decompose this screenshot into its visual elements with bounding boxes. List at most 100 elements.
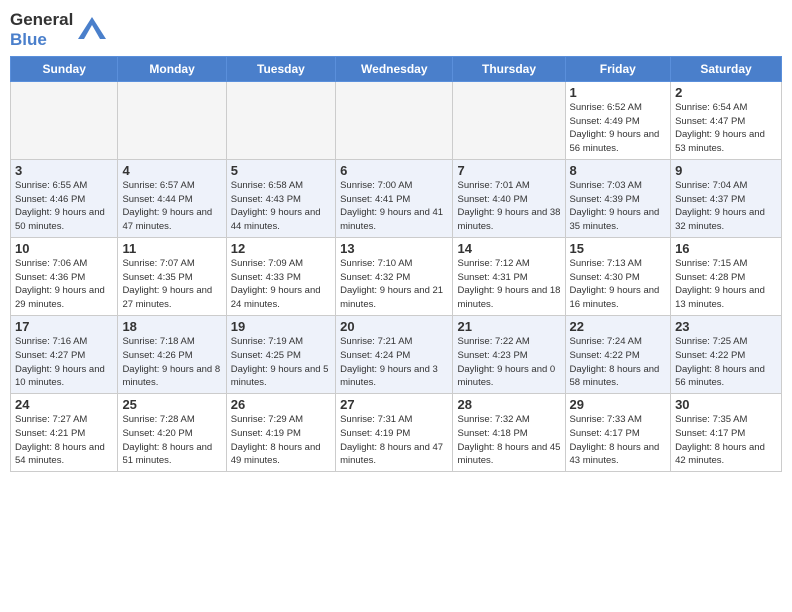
day-number: 8 — [570, 163, 667, 178]
day-info: Sunrise: 6:58 AMSunset: 4:43 PMDaylight:… — [231, 180, 321, 232]
calendar-day: 8 Sunrise: 7:03 AMSunset: 4:39 PMDaylight… — [565, 159, 671, 237]
day-number: 1 — [570, 85, 667, 100]
calendar-day: 30 Sunrise: 7:35 AMSunset: 4:17 PMDayligh… — [671, 394, 782, 472]
calendar-day: 14 Sunrise: 7:12 AMSunset: 4:31 PMDayligh… — [453, 237, 565, 315]
day-info: Sunrise: 7:09 AMSunset: 4:33 PMDaylight:… — [231, 258, 321, 310]
calendar-day: 23 Sunrise: 7:25 AMSunset: 4:22 PMDayligh… — [671, 315, 782, 393]
logo-icon — [78, 17, 106, 44]
logo-text: General Blue — [10, 10, 73, 51]
day-info: Sunrise: 7:33 AMSunset: 4:17 PMDaylight:… — [570, 414, 660, 466]
day-number: 5 — [231, 163, 331, 178]
calendar-day: 12 Sunrise: 7:09 AMSunset: 4:33 PMDayligh… — [226, 237, 335, 315]
calendar-day: 1 Sunrise: 6:52 AMSunset: 4:49 PMDaylight… — [565, 81, 671, 159]
calendar-day: 4Sunrise: 6:57 AMSunset: 4:44 PMDaylight… — [118, 159, 226, 237]
calendar-day: 27 Sunrise: 7:31 AMSunset: 4:19 PMDayligh… — [336, 394, 453, 472]
day-number: 20 — [340, 319, 448, 334]
day-info: Sunrise: 7:07 AMSunset: 4:35 PMDaylight:… — [122, 258, 212, 310]
empty-cell — [453, 81, 565, 159]
day-number: 14 — [457, 241, 560, 256]
day-info: Sunrise: 7:35 AMSunset: 4:17 PMDaylight:… — [675, 414, 765, 466]
day-info: Sunrise: 7:06 AMSunset: 4:36 PMDaylight:… — [15, 258, 105, 310]
calendar-day: 25 Sunrise: 7:28 AMSunset: 4:20 PMDayligh… — [118, 394, 226, 472]
day-number: 17 — [15, 319, 113, 334]
day-number: 27 — [340, 397, 448, 412]
calendar-day: 21Sunrise: 7:22 AMSunset: 4:23 PMDayligh… — [453, 315, 565, 393]
day-number: 18 — [122, 319, 221, 334]
calendar-day: 11 Sunrise: 7:07 AMSunset: 4:35 PMDayligh… — [118, 237, 226, 315]
day-number: 29 — [570, 397, 667, 412]
day-info: Sunrise: 7:03 AMSunset: 4:39 PMDaylight:… — [570, 180, 660, 232]
calendar-day: 28 Sunrise: 7:32 AMSunset: 4:18 PMDayligh… — [453, 394, 565, 472]
calendar-day: 3 Sunrise: 6:55 AMSunset: 4:46 PMDaylight… — [11, 159, 118, 237]
day-info: Sunrise: 6:55 AMSunset: 4:46 PMDaylight:… — [15, 180, 105, 232]
empty-cell — [11, 81, 118, 159]
calendar-day: 9 Sunrise: 7:04 AMSunset: 4:37 PMDaylight… — [671, 159, 782, 237]
day-info: Sunrise: 7:00 AMSunset: 4:41 PMDaylight:… — [340, 180, 443, 232]
day-number: 25 — [122, 397, 221, 412]
calendar-day: 22 Sunrise: 7:24 AMSunset: 4:22 PMDayligh… — [565, 315, 671, 393]
day-info: Sunrise: 7:28 AMSunset: 4:20 PMDaylight:… — [122, 414, 212, 466]
calendar-day: 29 Sunrise: 7:33 AMSunset: 4:17 PMDayligh… — [565, 394, 671, 472]
day-number: 22 — [570, 319, 667, 334]
day-number: 15 — [570, 241, 667, 256]
weekday-header: Friday — [565, 56, 671, 81]
weekday-header: Thursday — [453, 56, 565, 81]
day-info: Sunrise: 7:25 AMSunset: 4:22 PMDaylight:… — [675, 336, 765, 388]
logo: General Blue — [10, 10, 106, 51]
calendar-day: 15 Sunrise: 7:13 AMSunset: 4:30 PMDayligh… — [565, 237, 671, 315]
day-number: 7 — [457, 163, 560, 178]
calendar-day: 17Sunrise: 7:16 AMSunset: 4:27 PMDayligh… — [11, 315, 118, 393]
empty-cell — [118, 81, 226, 159]
calendar-day: 13 Sunrise: 7:10 AMSunset: 4:32 PMDayligh… — [336, 237, 453, 315]
calendar-day: 7 Sunrise: 7:01 AMSunset: 4:40 PMDaylight… — [453, 159, 565, 237]
day-info: Sunrise: 7:13 AMSunset: 4:30 PMDaylight:… — [570, 258, 660, 310]
day-info: Sunrise: 7:01 AMSunset: 4:40 PMDaylight:… — [457, 180, 560, 232]
day-number: 26 — [231, 397, 331, 412]
day-number: 13 — [340, 241, 448, 256]
day-info: Sunrise: 7:22 AMSunset: 4:23 PMDaylight:… — [457, 336, 555, 388]
day-info: Sunrise: 6:54 AMSunset: 4:47 PMDaylight:… — [675, 102, 765, 154]
day-number: 11 — [122, 241, 221, 256]
weekday-header: Saturday — [671, 56, 782, 81]
day-info: Sunrise: 7:12 AMSunset: 4:31 PMDaylight:… — [457, 258, 560, 310]
day-number: 2 — [675, 85, 777, 100]
weekday-header: Monday — [118, 56, 226, 81]
weekday-header: Tuesday — [226, 56, 335, 81]
day-info: Sunrise: 7:15 AMSunset: 4:28 PMDaylight:… — [675, 258, 765, 310]
calendar-day: 5 Sunrise: 6:58 AMSunset: 4:43 PMDaylight… — [226, 159, 335, 237]
day-info: Sunrise: 7:18 AMSunset: 4:26 PMDaylight:… — [122, 336, 220, 388]
calendar-day: 2 Sunrise: 6:54 AMSunset: 4:47 PMDaylight… — [671, 81, 782, 159]
day-info: Sunrise: 7:27 AMSunset: 4:21 PMDaylight:… — [15, 414, 105, 466]
day-number: 6 — [340, 163, 448, 178]
calendar-day: 6 Sunrise: 7:00 AMSunset: 4:41 PMDaylight… — [336, 159, 453, 237]
day-number: 10 — [15, 241, 113, 256]
day-number: 30 — [675, 397, 777, 412]
day-info: Sunrise: 7:32 AMSunset: 4:18 PMDaylight:… — [457, 414, 560, 466]
calendar-day: 18 Sunrise: 7:18 AMSunset: 4:26 PMDayligh… — [118, 315, 226, 393]
empty-cell — [336, 81, 453, 159]
day-number: 28 — [457, 397, 560, 412]
calendar-day: 19 Sunrise: 7:19 AMSunset: 4:25 PMDayligh… — [226, 315, 335, 393]
day-info: Sunrise: 7:21 AMSunset: 4:24 PMDaylight:… — [340, 336, 438, 388]
day-info: Sunrise: 7:29 AMSunset: 4:19 PMDaylight:… — [231, 414, 321, 466]
calendar-day: 10 Sunrise: 7:06 AMSunset: 4:36 PMDayligh… — [11, 237, 118, 315]
day-info: Sunrise: 7:31 AMSunset: 4:19 PMDaylight:… — [340, 414, 443, 466]
day-info: Sunrise: 7:24 AMSunset: 4:22 PMDaylight:… — [570, 336, 660, 388]
empty-cell — [226, 81, 335, 159]
calendar: SundayMondayTuesdayWednesdayThursdayFrid… — [10, 56, 782, 472]
day-number: 12 — [231, 241, 331, 256]
calendar-day: 16Sunrise: 7:15 AMSunset: 4:28 PMDayligh… — [671, 237, 782, 315]
day-number: 4 — [122, 163, 221, 178]
day-number: 19 — [231, 319, 331, 334]
weekday-header: Sunday — [11, 56, 118, 81]
weekday-header: Wednesday — [336, 56, 453, 81]
day-info: Sunrise: 7:04 AMSunset: 4:37 PMDaylight:… — [675, 180, 765, 232]
day-info: Sunrise: 6:52 AMSunset: 4:49 PMDaylight:… — [570, 102, 660, 154]
calendar-day: 26 Sunrise: 7:29 AMSunset: 4:19 PMDayligh… — [226, 394, 335, 472]
day-info: Sunrise: 7:19 AMSunset: 4:25 PMDaylight:… — [231, 336, 329, 388]
day-number: 9 — [675, 163, 777, 178]
day-number: 23 — [675, 319, 777, 334]
day-info: Sunrise: 7:10 AMSunset: 4:32 PMDaylight:… — [340, 258, 443, 310]
day-number: 24 — [15, 397, 113, 412]
day-number: 3 — [15, 163, 113, 178]
